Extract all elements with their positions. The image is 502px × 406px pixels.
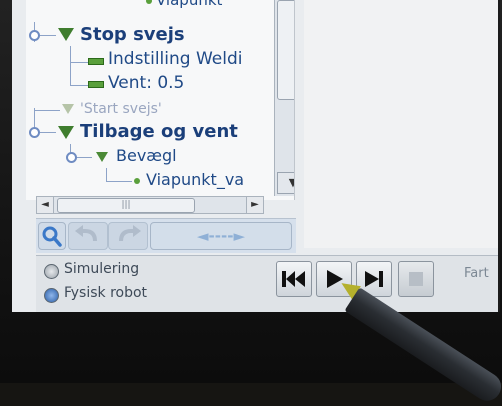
undo-icon (75, 225, 97, 242)
tree-vertical-scrollbar[interactable]: ▼ (274, 0, 294, 196)
disabled-triangle-icon (62, 104, 74, 114)
undo-button[interactable] (68, 222, 108, 250)
waypoint-icon (146, 0, 152, 4)
pendant-screen: Viapunkt Stop svejs Indstilling Weldi Ve… (12, 0, 500, 312)
move-arrows-icon: ◄----► (197, 227, 245, 245)
tree-connector (34, 110, 60, 111)
move-node-button[interactable]: ◄----► (150, 222, 292, 250)
tree-row-viapunkt-partial[interactable]: Viapunkt (146, 0, 223, 9)
tree-row-viapunkt-va[interactable]: Viapunkt_va (146, 170, 244, 189)
program-tree: Viapunkt Stop svejs Indstilling Weldi Ve… (26, 0, 295, 200)
folder-triangle-icon[interactable] (58, 126, 74, 139)
tree-connector (106, 181, 132, 182)
search-button[interactable] (38, 222, 66, 250)
node-detail-pane (304, 0, 498, 248)
tree-node-pin-icon (29, 127, 40, 138)
tree-horizontal-scrollbar[interactable]: ◄ ||| ► (36, 196, 264, 214)
scroll-down-arrow-icon[interactable]: ▼ (277, 172, 294, 194)
waypoint-icon (134, 178, 140, 184)
folder-triangle-icon[interactable] (96, 152, 108, 162)
real-robot-label: Fysisk robot (64, 285, 148, 301)
scroll-left-arrow-icon[interactable]: ◄ (37, 197, 54, 213)
search-icon (42, 226, 62, 247)
tree-row-stop-svejs[interactable]: Stop svejs (80, 24, 185, 45)
tree-row-start-svejs[interactable]: 'Start svejs' (80, 101, 162, 117)
horizontal-scroll-thumb[interactable]: ||| (57, 198, 195, 213)
skip-to-start-button[interactable] (276, 261, 312, 297)
skip-back-icon (282, 271, 305, 287)
tree-row-bevaegl[interactable]: Bevægl (116, 146, 177, 165)
tree-node-pin-icon (29, 30, 40, 41)
stop-button[interactable] (398, 261, 434, 297)
wait-command-icon (88, 81, 104, 88)
tree-row-indstilling[interactable]: Indstilling Weldi (108, 49, 242, 69)
run-control-panel: Simulering Fysisk robot Fart (36, 255, 498, 312)
set-command-icon (88, 58, 104, 65)
redo-button[interactable] (108, 222, 148, 250)
folder-triangle-icon[interactable] (58, 28, 74, 41)
vertical-scroll-thumb[interactable] (277, 0, 294, 100)
real-robot-radio[interactable] (44, 288, 59, 303)
tree-connector (70, 62, 88, 63)
tree-row-tilbage-og-vent[interactable]: Tilbage og vent (80, 121, 238, 142)
scroll-right-arrow-icon[interactable]: ► (246, 197, 263, 213)
tree-toolbar: ◄----► (36, 218, 296, 253)
simulation-label: Simulering (64, 261, 140, 277)
simulation-radio[interactable] (44, 264, 59, 279)
speed-label: Fart (464, 266, 489, 281)
tree-node-pin-icon (66, 152, 77, 163)
tree-row-vent[interactable]: Vent: 0.5 (108, 73, 184, 93)
tree-connector (70, 85, 88, 86)
tree-connector (106, 168, 107, 182)
tree-connector (70, 46, 71, 86)
stop-icon (409, 272, 423, 286)
tree-label: Viapunkt (156, 0, 223, 9)
redo-icon (119, 225, 141, 242)
